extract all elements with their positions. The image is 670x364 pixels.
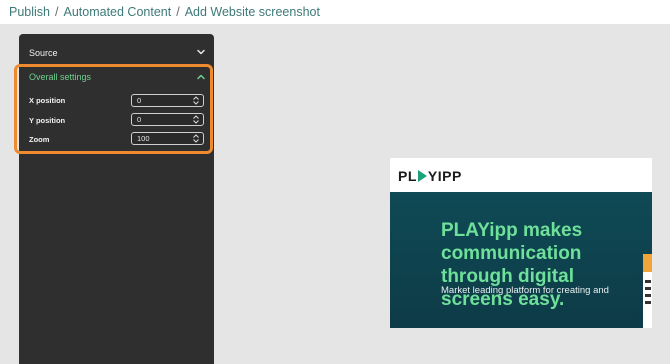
source-label: Source xyxy=(29,48,58,58)
playipp-logo: PL YIPP xyxy=(398,168,462,184)
breadcrumb-separator: / xyxy=(55,5,59,19)
side-strip-accent xyxy=(643,254,652,272)
x-position-value: 0 xyxy=(137,96,142,105)
source-section-header[interactable]: Source xyxy=(19,42,214,64)
overall-settings-header[interactable]: Overall settings xyxy=(29,72,91,82)
preview-headline: PLAYipp makes communication through digi… xyxy=(441,220,583,310)
side-strip-line xyxy=(645,301,651,304)
y-position-value: 0 xyxy=(137,115,142,124)
breadcrumb-separator: / xyxy=(176,5,180,19)
preview-side-strip xyxy=(643,254,652,328)
preview-hero: PLAYipp makes communication through digi… xyxy=(390,192,652,328)
x-position-input[interactable]: 0 xyxy=(131,94,204,107)
breadcrumb-automated-content[interactable]: Automated Content xyxy=(63,5,171,19)
y-position-label: Y position xyxy=(29,116,66,125)
zoom-value: 100 xyxy=(137,134,150,143)
side-strip-line xyxy=(645,287,651,290)
breadcrumb-current-page: Add Website screenshot xyxy=(184,5,320,19)
preview-subline: Market leading platform for creating and xyxy=(441,285,609,296)
website-preview: PL YIPP PLAYipp makes communication throu… xyxy=(390,158,652,328)
chevron-down-icon[interactable] xyxy=(196,47,208,59)
logo-text-part: YIPP xyxy=(427,168,462,184)
side-strip-line xyxy=(645,294,651,297)
spinner-arrows-icon[interactable] xyxy=(192,115,200,124)
breadcrumb: Publish / Automated Content / Add Website sc… xyxy=(0,0,670,24)
zoom-input[interactable]: 100 xyxy=(131,132,204,145)
logo-text-part: PL xyxy=(398,168,417,184)
spinner-arrows-icon[interactable] xyxy=(192,96,200,105)
breadcrumb-publish[interactable]: Publish xyxy=(9,5,50,19)
spinner-arrows-icon[interactable] xyxy=(192,134,200,143)
preview-header: PL YIPP xyxy=(390,158,652,192)
chevron-up-icon[interactable] xyxy=(196,72,208,84)
side-strip-line xyxy=(645,280,651,283)
x-position-label: X position xyxy=(29,96,66,105)
zoom-label: Zoom xyxy=(29,135,50,144)
y-position-input[interactable]: 0 xyxy=(131,113,204,126)
play-logo-icon xyxy=(417,170,427,182)
